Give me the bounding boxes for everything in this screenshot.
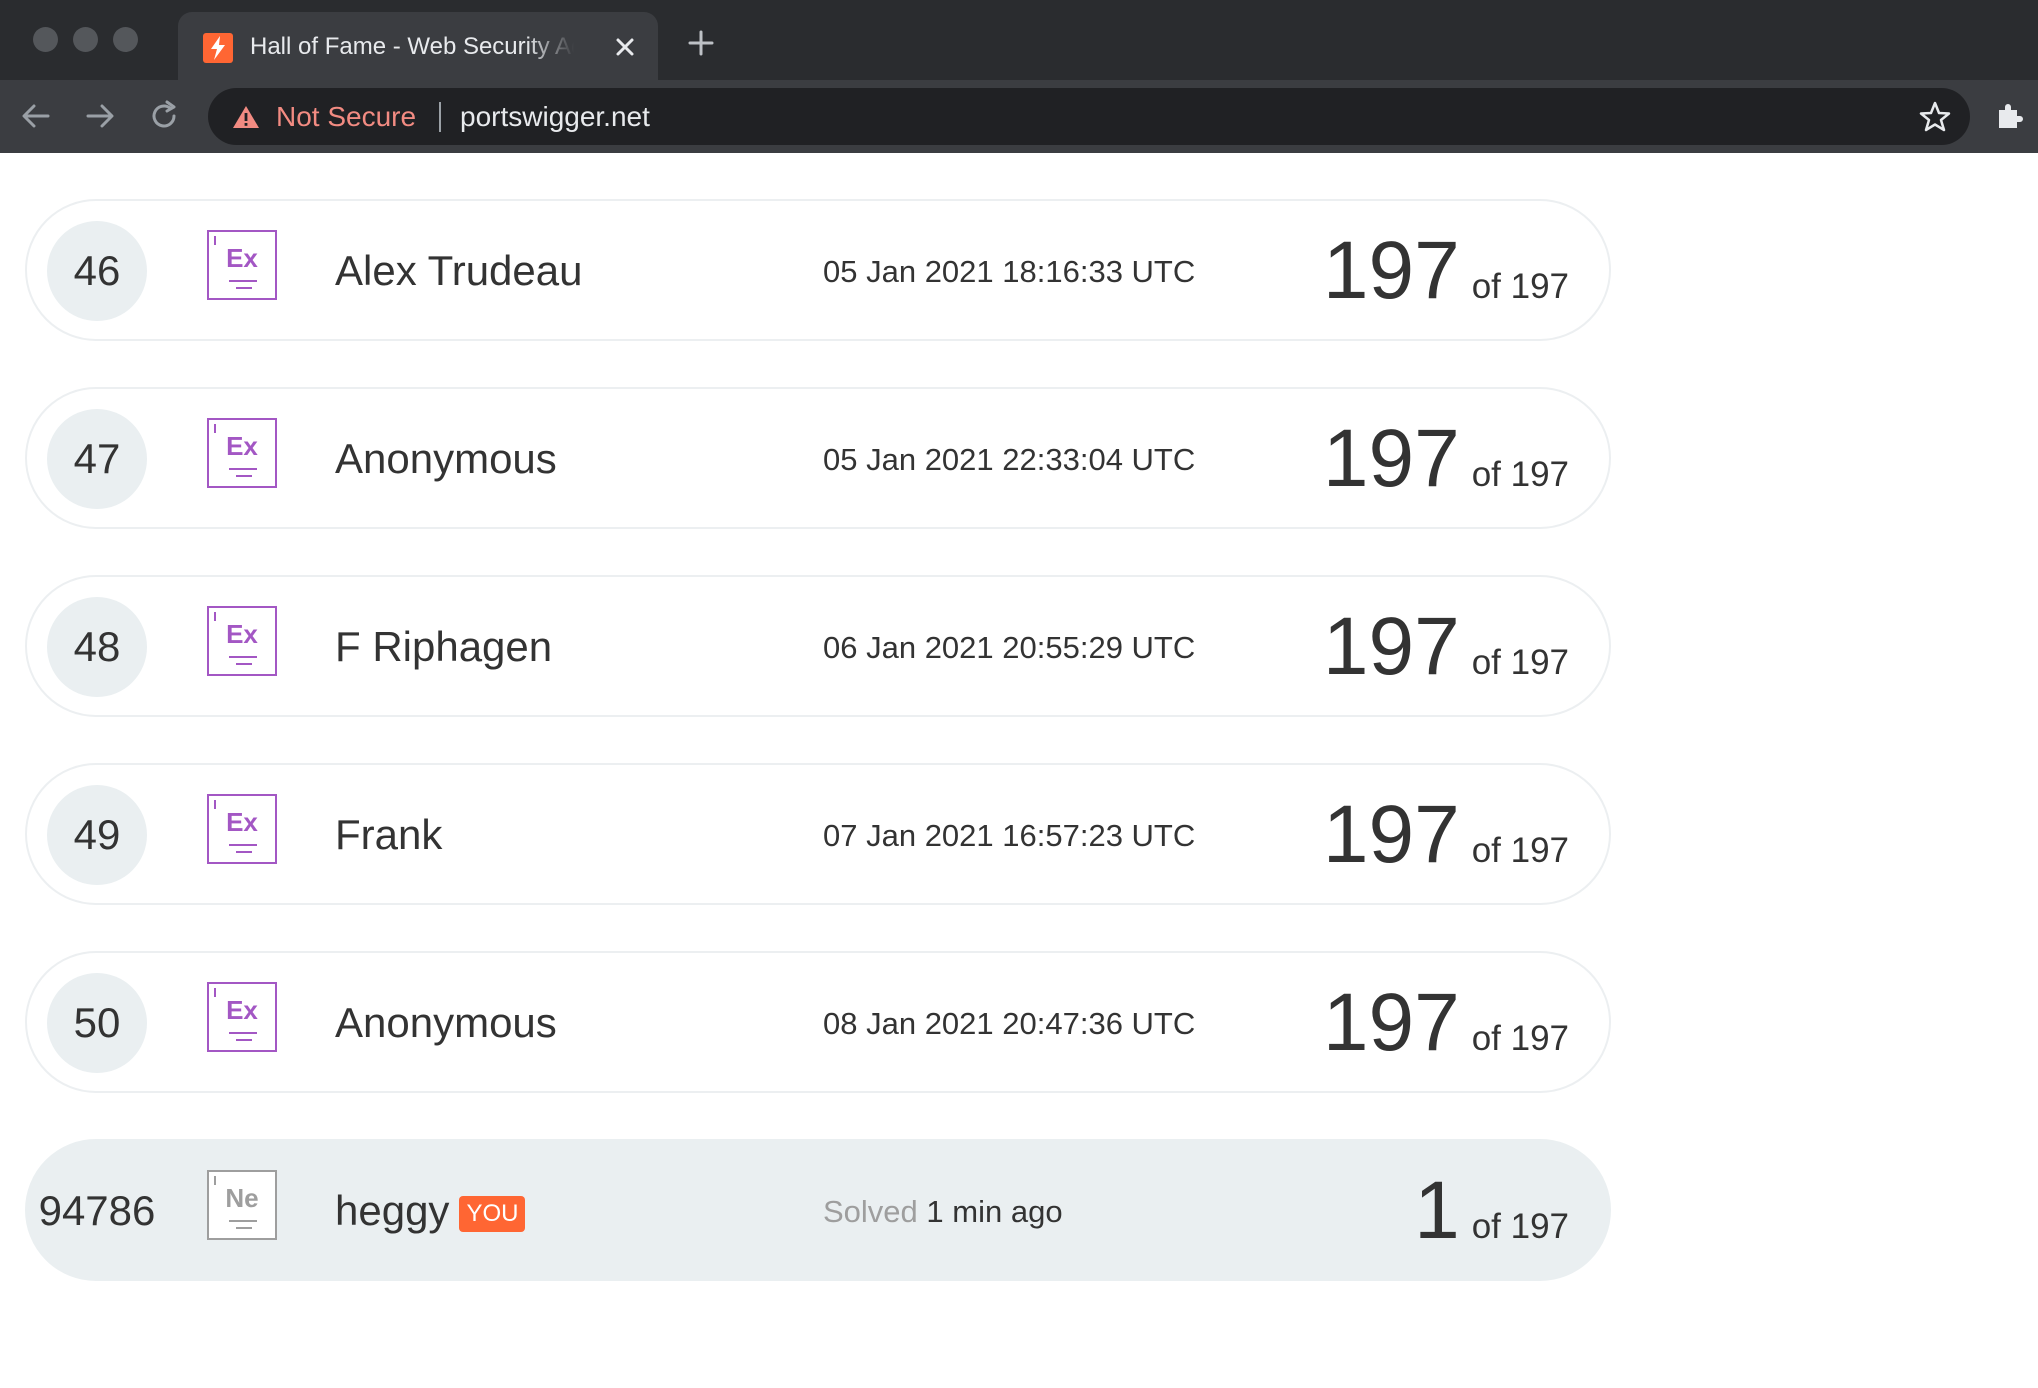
leaderboard-row: 48 Ex F Riphagen 06 Jan 2021 20:55:29 UT… — [25, 575, 1611, 717]
leaderboard-row: 49 Ex Frank 07 Jan 2021 16:57:23 UTC 197… — [25, 763, 1611, 905]
rank-number: 50 — [47, 973, 147, 1073]
window-minimize-dot[interactable] — [73, 27, 98, 52]
completion-date: 05 Jan 2021 22:33:04 UTC — [823, 442, 1196, 477]
leaderboard-row: 46 Ex Alex Trudeau 05 Jan 2021 18:16:33 … — [25, 199, 1611, 341]
omnibox-divider — [439, 102, 441, 132]
score-value: 197 — [1322, 225, 1460, 316]
browser-tab-active[interactable]: Hall of Fame - Web Security Academy — [178, 12, 658, 80]
user-name: F Riphagen — [335, 623, 553, 670]
user-name-text: heggy — [335, 1187, 450, 1234]
rank-number: 47 — [47, 409, 147, 509]
badge-label: Ex — [226, 431, 258, 461]
rank-number: 49 — [47, 785, 147, 885]
expert-badge-icon: Ex — [207, 982, 277, 1052]
expert-badge-icon: Ex — [207, 606, 277, 676]
score-value: 197 — [1322, 601, 1460, 692]
badge-label: Ex — [226, 243, 258, 273]
completion-date: 08 Jan 2021 20:47:36 UTC — [823, 1006, 1196, 1041]
solved-time: Solved 1 min ago — [823, 1193, 1063, 1231]
score-value: 197 — [1322, 789, 1460, 880]
new-tab-plus-icon[interactable] — [686, 28, 716, 58]
score-value: 197 — [1322, 413, 1460, 504]
score-total: of 197 — [1471, 267, 1569, 306]
user-name: heggy YOU — [335, 1185, 526, 1237]
score-total: of 197 — [1471, 1019, 1569, 1058]
leaderboard-row: 47 Ex Anonymous 05 Jan 2021 22:33:04 UTC… — [25, 387, 1611, 529]
not-secure-label[interactable]: Not Secure — [276, 98, 416, 136]
rank-number: 46 — [47, 221, 147, 321]
expert-badge-icon: Ex — [207, 230, 277, 300]
rank-number: 48 — [47, 597, 147, 697]
badge-label: Ex — [226, 995, 258, 1025]
score: 197 of 197 — [1323, 409, 1569, 509]
score-total: of 197 — [1471, 643, 1569, 682]
window-close-dot[interactable] — [33, 27, 58, 52]
expert-badge-icon: Ex — [207, 794, 277, 864]
score-total: of 197 — [1471, 1207, 1569, 1246]
url-text[interactable]: portswigger.net — [460, 98, 650, 136]
completion-date: 05 Jan 2021 18:16:33 UTC — [823, 254, 1196, 289]
portswigger-favicon-icon — [203, 33, 233, 63]
browser-toolbar: Not Secure portswigger.net — [0, 80, 2038, 153]
user-name: Alex Trudeau — [335, 247, 583, 294]
user-name: Anonymous — [335, 999, 557, 1046]
close-tab-icon[interactable] — [610, 32, 640, 62]
reload-icon[interactable] — [146, 98, 182, 134]
score: 197 of 197 — [1323, 973, 1569, 1073]
user-name: Anonymous — [335, 435, 557, 482]
solved-label: Solved — [823, 1194, 918, 1229]
you-badge: YOU — [459, 1196, 526, 1232]
score: 197 of 197 — [1323, 221, 1569, 321]
badge-label: Ne — [225, 1183, 259, 1213]
extensions-puzzle-icon[interactable] — [1994, 98, 2028, 132]
forward-arrow-icon[interactable] — [82, 98, 118, 134]
address-bar[interactable]: Not Secure portswigger.net — [208, 88, 1970, 145]
back-arrow-icon[interactable] — [18, 98, 54, 134]
novice-badge-icon: Ne — [207, 1170, 277, 1240]
score: 1 of 197 — [1414, 1161, 1569, 1261]
score: 197 of 197 — [1323, 597, 1569, 697]
score-total: of 197 — [1471, 831, 1569, 870]
bookmark-star-icon[interactable] — [1918, 100, 1952, 134]
page-content: 46 Ex Alex Trudeau 05 Jan 2021 18:16:33 … — [0, 153, 2038, 1388]
leaderboard-row: 50 Ex Anonymous 08 Jan 2021 20:47:36 UTC… — [25, 951, 1611, 1093]
current-user-row: 94786 Ne heggy YOU Solved 1 min ago 1 of … — [25, 1139, 1611, 1281]
window-maximize-dot[interactable] — [113, 27, 138, 52]
warning-triangle-icon — [233, 106, 259, 128]
badge-label: Ex — [226, 619, 258, 649]
user-name: Frank — [335, 811, 443, 858]
score-total: of 197 — [1471, 455, 1569, 494]
score: 197 of 197 — [1323, 785, 1569, 885]
score-value: 197 — [1322, 977, 1460, 1068]
completion-date: 06 Jan 2021 20:55:29 UTC — [823, 630, 1196, 665]
tab-bar: Hall of Fame - Web Security Academy — [0, 0, 2038, 80]
completion-date: 07 Jan 2021 16:57:23 UTC — [823, 818, 1196, 853]
expert-badge-icon: Ex — [207, 418, 277, 488]
solved-time-value: 1 min ago — [926, 1194, 1063, 1229]
score-value: 1 — [1414, 1165, 1460, 1256]
hall-of-fame-list: 46 Ex Alex Trudeau 05 Jan 2021 18:16:33 … — [25, 199, 1611, 1327]
rank-number: 94786 — [38, 1187, 156, 1234]
badge-label: Ex — [226, 807, 258, 837]
